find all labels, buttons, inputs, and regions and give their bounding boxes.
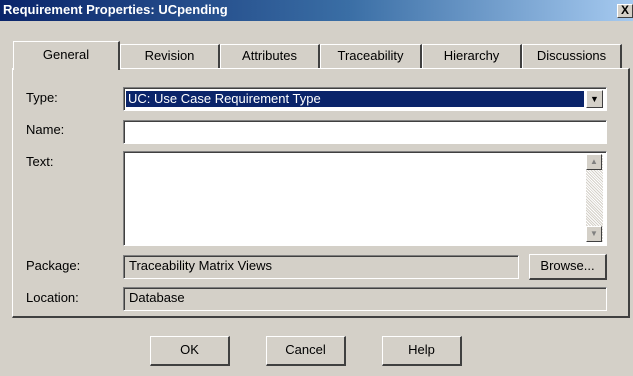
close-button[interactable]: X [617, 4, 633, 18]
arrow-up-icon: ▲ [590, 157, 598, 166]
location-label: Location: [26, 290, 79, 305]
package-field: Traceability Matrix Views [123, 255, 519, 279]
tab-hierarchy[interactable]: Hierarchy [422, 44, 522, 69]
window-title: Requirement Properties: UCpending [3, 2, 228, 17]
name-label: Name: [26, 122, 65, 137]
title-bar: Requirement Properties: UCpending X [0, 0, 633, 21]
tab-label: Attributes [242, 48, 297, 63]
type-dropdown-button[interactable]: ▼ [586, 90, 603, 108]
ok-button[interactable]: OK [150, 336, 230, 366]
location-field: Database [123, 287, 607, 311]
browse-button[interactable]: Browse... [529, 254, 607, 280]
type-combobox[interactable]: UC: Use Case Requirement Type ▼ [123, 87, 607, 111]
type-label: Type: [26, 90, 58, 105]
tab-revision[interactable]: Revision [120, 44, 220, 69]
help-button[interactable]: Help [382, 336, 462, 366]
cancel-button[interactable]: Cancel [266, 336, 346, 366]
tab-general[interactable]: General [13, 41, 120, 70]
tab-label: Revision [144, 48, 195, 63]
name-input[interactable] [123, 120, 607, 144]
scroll-down-button[interactable]: ▼ [586, 226, 602, 242]
text-label: Text: [26, 154, 54, 169]
tab-discussions[interactable]: Discussions [522, 44, 622, 69]
tab-label: Hierarchy [443, 48, 500, 63]
tab-traceability[interactable]: Traceability [320, 44, 422, 69]
type-selected-value: UC: Use Case Requirement Type [126, 91, 584, 107]
chevron-down-icon: ▼ [590, 94, 599, 104]
text-scrollbar[interactable]: ▲ ▼ [586, 154, 603, 242]
tab-label: General [42, 47, 90, 62]
tab-label: Discussions [536, 48, 607, 63]
text-area[interactable]: ▲ ▼ [123, 151, 607, 246]
close-icon: X [620, 4, 629, 17]
tab-attributes[interactable]: Attributes [220, 44, 320, 69]
arrow-down-icon: ▼ [590, 229, 598, 238]
scroll-up-button[interactable]: ▲ [586, 154, 602, 170]
package-label: Package: [26, 258, 81, 273]
tab-label: Traceability [337, 48, 404, 63]
